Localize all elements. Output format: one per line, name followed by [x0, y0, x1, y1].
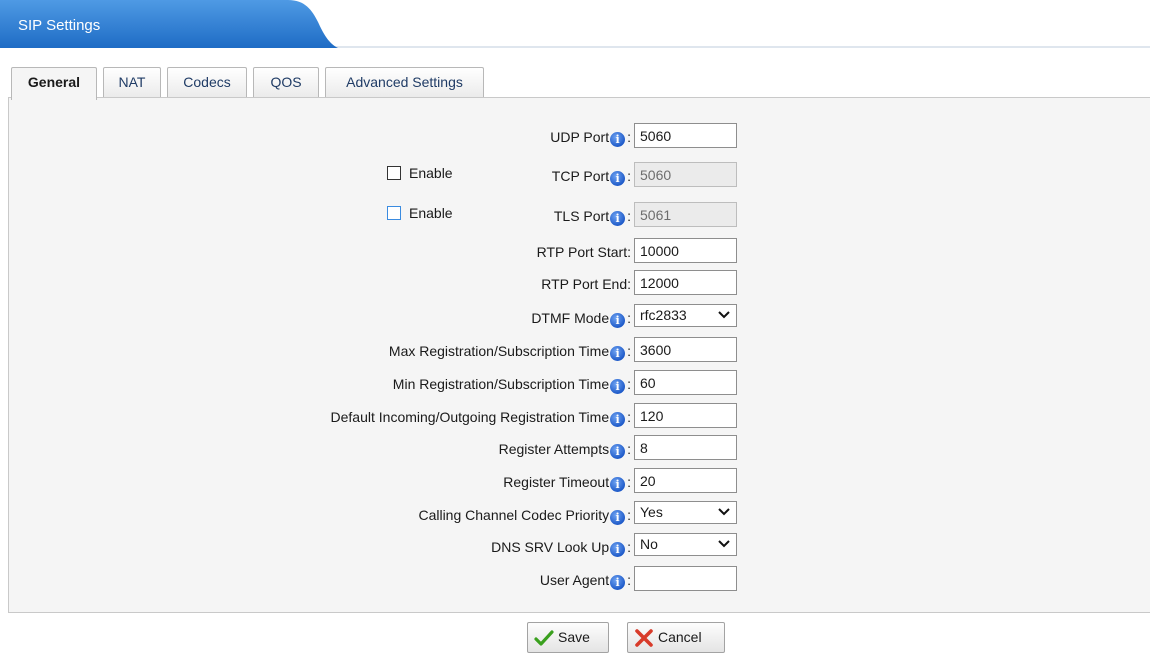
- codec-priority-select[interactable]: Yes: [634, 501, 737, 524]
- tcp-enable-checkbox[interactable]: Enable: [387, 165, 453, 181]
- tls-enable-checkbox[interactable]: Enable: [387, 205, 453, 221]
- dns-srv-select[interactable]: No: [634, 533, 737, 556]
- reg-attempts-label: Register Attempts i:: [498, 441, 631, 459]
- user-agent-input[interactable]: [634, 566, 737, 591]
- min-reg-input[interactable]: [634, 370, 737, 395]
- info-icon[interactable]: i: [610, 171, 626, 186]
- info-icon[interactable]: i: [610, 211, 626, 226]
- udp-port-input[interactable]: [634, 123, 737, 148]
- checkmark-icon: [534, 630, 554, 646]
- info-icon[interactable]: i: [610, 412, 626, 427]
- min-reg-row: Min Registration/Subscription Time i:: [9, 370, 1150, 398]
- rtp-end-input[interactable]: [634, 270, 737, 295]
- reg-timeout-label: Register Timeout i:: [503, 474, 631, 492]
- tab-codecs[interactable]: Codecs: [167, 67, 247, 97]
- user-agent-label: User Agent i:: [539, 572, 631, 590]
- rtp-start-label: RTP Port Start:: [536, 244, 631, 260]
- info-icon[interactable]: i: [610, 575, 626, 590]
- info-icon[interactable]: i: [610, 132, 626, 147]
- info-icon[interactable]: i: [610, 379, 626, 394]
- save-button[interactable]: Save: [527, 622, 609, 653]
- udp-port-label: UDP Port i:: [550, 129, 631, 147]
- rtp-end-row: RTP Port End:: [9, 270, 1150, 298]
- page-title: SIP Settings: [18, 17, 101, 34]
- info-icon[interactable]: i: [610, 444, 626, 459]
- info-icon[interactable]: i: [610, 510, 626, 525]
- dtmf-mode-row: DTMF Mode i: rfc2833: [9, 304, 1150, 332]
- dtmf-mode-select[interactable]: rfc2833: [634, 304, 737, 327]
- rtp-end-label: RTP Port End:: [541, 276, 631, 292]
- max-reg-row: Max Registration/Subscription Time i:: [9, 337, 1150, 365]
- codec-priority-label: Calling Channel Codec Priority i:: [418, 507, 631, 525]
- user-agent-row: User Agent i:: [9, 566, 1150, 594]
- tab-advanced-settings[interactable]: Advanced Settings: [325, 67, 484, 97]
- dns-srv-label: DNS SRV Look Up i:: [491, 539, 631, 557]
- tab-nat[interactable]: NAT: [103, 67, 161, 97]
- chevron-down-icon: [718, 311, 730, 319]
- tls-port-row: Enable TLS Port i:: [9, 202, 1150, 230]
- tab-qos[interactable]: QOS: [253, 67, 319, 97]
- reg-timeout-input[interactable]: [634, 468, 737, 493]
- checkbox-icon[interactable]: [387, 166, 401, 180]
- tls-port-input[interactable]: [634, 202, 737, 227]
- tcp-port-row: Enable TCP Port i:: [9, 162, 1150, 190]
- info-icon[interactable]: i: [610, 313, 626, 328]
- default-reg-row: Default Incoming/Outgoing Registration T…: [9, 403, 1150, 431]
- form-footer: Save Cancel: [0, 613, 1150, 657]
- reg-timeout-row: Register Timeout i:: [9, 468, 1150, 496]
- codec-priority-row: Calling Channel Codec Priority i: Yes: [9, 501, 1150, 529]
- default-reg-input[interactable]: [634, 403, 737, 428]
- reg-attempts-row: Register Attempts i:: [9, 435, 1150, 463]
- tcp-port-input[interactable]: [634, 162, 737, 187]
- min-reg-label: Min Registration/Subscription Time i:: [392, 376, 631, 394]
- page-header: SIP Settings: [0, 0, 1150, 52]
- dtmf-mode-label: DTMF Mode i:: [531, 310, 631, 328]
- info-icon[interactable]: i: [610, 477, 626, 492]
- tcp-port-label: TCP Port i:: [551, 168, 631, 186]
- info-icon[interactable]: i: [610, 542, 626, 557]
- max-reg-label: Max Registration/Subscription Time i:: [388, 343, 631, 361]
- cancel-button[interactable]: Cancel: [627, 622, 725, 653]
- checkbox-icon[interactable]: [387, 206, 401, 220]
- reg-attempts-input[interactable]: [634, 435, 737, 460]
- tls-port-label: TLS Port i:: [553, 208, 631, 226]
- x-icon: [635, 629, 653, 647]
- rtp-start-input[interactable]: [634, 238, 737, 263]
- chevron-down-icon: [718, 540, 730, 548]
- max-reg-input[interactable]: [634, 337, 737, 362]
- general-settings-panel: UDP Porti: Enable TCP Porti: Enable TLS …: [8, 97, 1150, 613]
- tab-general[interactable]: General: [11, 67, 97, 100]
- default-reg-label: Default Incoming/Outgoing Registration T…: [330, 409, 631, 427]
- udp-port-row: UDP Port i:: [9, 123, 1150, 151]
- chevron-down-icon: [718, 508, 730, 516]
- rtp-start-row: RTP Port Start:: [9, 238, 1150, 266]
- dns-srv-row: DNS SRV Look Up i: No: [9, 533, 1150, 561]
- info-icon[interactable]: i: [610, 346, 626, 361]
